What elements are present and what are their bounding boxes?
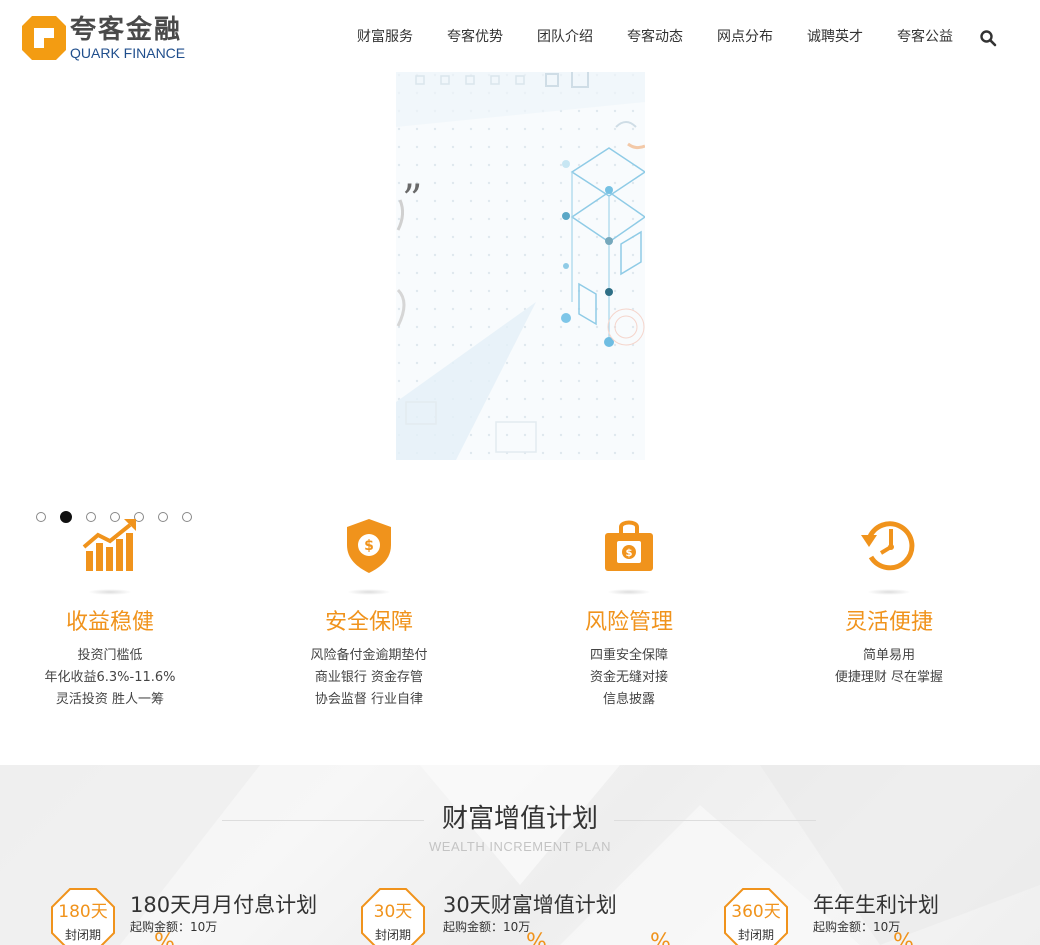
plan-rate-percent-2: % (650, 930, 671, 945)
main-nav: 财富服务 夸客优势 团队介绍 夸客动态 网点分布 诚聘英才 夸客公益 (340, 20, 970, 54)
nav-charity[interactable]: 夸客公益 (880, 20, 970, 54)
feature-line: 协会监督 行业自律 (314, 692, 424, 707)
logo-text-cn: 夸客金融 (70, 15, 183, 45)
nav-news[interactable]: 夸客动态 (610, 20, 700, 54)
feature-title: 风险管理 (584, 610, 673, 635)
logo-text-en: QUARK FINANCE (70, 45, 186, 61)
plan-days: 180天 (58, 902, 108, 922)
feature-line: 资金无缝对接 (589, 670, 668, 685)
section-subtitle: WEALTH INCREMENT PLAN (429, 839, 611, 854)
plan-badge: 180天 封闭期 (50, 887, 116, 945)
search-icon[interactable] (979, 29, 997, 47)
clock-refresh-icon (861, 521, 915, 571)
features-section: 收益稳健 投资门槛低 年化收益6.3%-11.6% 灵活投资 胜人一筹 $ 安全… (0, 505, 1040, 725)
safe-bag-icon: $ (605, 520, 653, 571)
plan-badge-label: 封闭期 (374, 928, 411, 942)
site-header: 夸客金融 QUARK FINANCE 财富服务 夸客优势 团队介绍 夸客动态 网… (0, 0, 1040, 72)
feature-line: 信息披露 (602, 692, 655, 707)
feature-line: 年化收益6.3%-11.6% (44, 670, 176, 685)
plan-rate-percent: % (154, 930, 175, 945)
plan-card-180[interactable]: 180天 封闭期 180天月月付息计划 起购金额：10万 % (50, 887, 350, 945)
feature-line: 商业银行 资金存管 (314, 670, 424, 685)
plan-min-amount: 起购金额：10万 (813, 920, 901, 934)
feature-risk: $ 风险管理 四重安全保障 资金无缝对接 信息披露 (519, 505, 739, 711)
plan-name[interactable]: 30天财富增值计划 (443, 891, 617, 919)
feature-title: 灵活便捷 (844, 610, 933, 635)
banner-quote-glyph: ” (402, 177, 423, 223)
plan-badge: 30天 封闭期 (360, 887, 426, 945)
plan-name[interactable]: 年年生利计划 (813, 891, 939, 919)
plan-rate-percent: % (526, 930, 547, 945)
feature-title: 安全保障 (324, 610, 413, 635)
logo-mark-icon (22, 16, 66, 60)
plans-section: 财富增值计划 WEALTH INCREMENT PLAN 180天 封闭期 18… (0, 765, 1040, 945)
plan-card-30[interactable]: 30天 封闭期 30天财富增值计划 起购金额：10万 % % (360, 887, 690, 945)
svg-text:$: $ (626, 548, 633, 559)
feature-line: 风险备付金逾期垫付 (310, 648, 428, 663)
nav-advantages[interactable]: 夸客优势 (430, 20, 520, 54)
feature-line: 四重安全保障 (589, 648, 668, 663)
plan-days: 30天 (373, 902, 413, 922)
plan-rate-percent: % (893, 930, 914, 945)
plan-name[interactable]: 180天月月付息计划 (130, 891, 317, 919)
plan-min-amount: 起购金额：10万 (443, 920, 531, 934)
nav-branches[interactable]: 网点分布 (700, 20, 790, 54)
logo[interactable]: 夸客金融 QUARK FINANCE (22, 14, 192, 62)
plan-badge-label: 封闭期 (64, 928, 101, 942)
svg-text:$: $ (364, 538, 374, 554)
feature-flexible: 灵活便捷 简单易用 便捷理财 尽在掌握 (779, 505, 999, 689)
feature-title: 收益稳健 (65, 610, 154, 635)
plan-days: 360天 (731, 902, 781, 922)
feature-line: 灵活投资 胜人一筹 (55, 692, 165, 707)
feature-line: 便捷理财 尽在掌握 (834, 670, 944, 685)
nav-careers[interactable]: 诚聘英才 (790, 20, 880, 54)
feature-line: 简单易用 (862, 648, 915, 663)
feature-line: 投资门槛低 (77, 648, 143, 663)
growth-chart-icon (82, 519, 136, 571)
banner-graphic (396, 72, 645, 460)
shield-dollar-icon: $ (347, 519, 391, 573)
plan-card-360[interactable]: 360天 封闭期 年年生利计划 起购金额：10万 % (723, 887, 1023, 945)
nav-team[interactable]: 团队介绍 (520, 20, 610, 54)
section-title: 财富增值计划 (441, 804, 598, 834)
plan-badge: 360天 封闭期 (723, 887, 789, 945)
feature-security: $ 安全保障 风险备付金逾期垫付 商业银行 资金存管 协会监督 行业自律 (259, 505, 479, 711)
banner-image[interactable]: ” (396, 72, 645, 460)
hero-banner: ” (0, 72, 1040, 523)
plan-badge-label: 封闭期 (737, 928, 774, 942)
nav-wealth-service[interactable]: 财富服务 (340, 20, 430, 54)
feature-returns: 收益稳健 投资门槛低 年化收益6.3%-11.6% 灵活投资 胜人一筹 (0, 505, 220, 711)
